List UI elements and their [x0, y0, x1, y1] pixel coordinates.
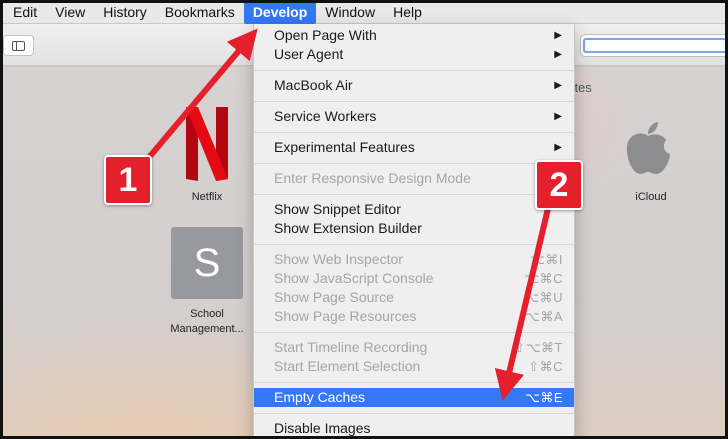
shortcut-label: ⌥⌘E [524, 390, 563, 405]
menu-separator [254, 244, 574, 245]
menu-item-label: Show JavaScript Console [274, 270, 434, 286]
netflix-logo-icon[interactable] [186, 107, 228, 181]
netflix-tile-label[interactable]: Netflix [176, 190, 238, 205]
shortcut-label: ⇧⌥⌘T [514, 340, 563, 355]
menu-bookmarks[interactable]: Bookmarks [156, 0, 244, 24]
menu-item-disable-images[interactable]: Disable Images [254, 419, 574, 438]
apple-logo-icon[interactable] [624, 122, 672, 176]
menu-separator [254, 382, 574, 383]
menu-history[interactable]: History [94, 0, 156, 24]
shortcut-label: ⇧⌘C [528, 359, 563, 374]
menu-item-timeline-recording: Start Timeline Recording ⇧⌥⌘T [254, 338, 574, 357]
menu-item-label: MacBook Air [274, 77, 353, 93]
menu-item-snippet-editor[interactable]: Show Snippet Editor [254, 200, 574, 219]
submenu-arrow-icon: ▶ [554, 111, 562, 122]
school-management-tile[interactable]: S [171, 227, 243, 299]
menu-bar: Edit View History Bookmarks Develop Wind… [0, 0, 728, 24]
menu-item-label: Enter Responsive Design Mode [274, 170, 471, 186]
icloud-tile-label[interactable]: iCloud [620, 190, 682, 205]
menu-item-label: Empty Caches [274, 389, 366, 405]
menu-item-element-selection: Start Element Selection ⇧⌘C [254, 357, 574, 376]
school-tile-label[interactable]: School Management... [160, 307, 254, 337]
menu-separator [254, 163, 574, 164]
menu-separator [254, 132, 574, 133]
menu-item-page-source: Show Page Source ⌥⌘U [254, 288, 574, 307]
menu-item-label: Experimental Features [274, 139, 415, 155]
menu-item-user-agent[interactable]: User Agent ▶ [254, 45, 574, 64]
school-tile-label-line1: School [190, 308, 224, 320]
shortcut-label: ⌥⌘U [524, 290, 563, 305]
menu-item-web-inspector: Show Web Inspector ⌥⌘I [254, 250, 574, 269]
menu-item-label: User Agent [274, 46, 344, 62]
menu-item-label: Show Web Inspector [274, 251, 403, 267]
shortcut-label: ⌥⌘C [524, 271, 563, 286]
menu-help[interactable]: Help [384, 0, 431, 24]
shortcut-label: ⌥⌘I [529, 252, 563, 267]
menu-item-label: Show Page Source [274, 289, 394, 305]
menu-item-empty-caches[interactable]: Empty Caches ⌥⌘E [254, 388, 574, 407]
submenu-arrow-icon: ▶ [554, 80, 562, 91]
menu-develop[interactable]: Develop [243, 0, 317, 24]
address-bar[interactable] [580, 34, 726, 57]
annotation-badge-1: 1 [104, 155, 152, 205]
menu-item-label: Show Snippet Editor [274, 201, 401, 217]
menu-item-javascript-console: Show JavaScript Console ⌥⌘C [254, 269, 574, 288]
menu-separator [254, 413, 574, 414]
submenu-arrow-icon: ▶ [554, 49, 562, 60]
menu-item-responsive-design-mode: Enter Responsive Design Mode [254, 169, 574, 188]
menu-separator [254, 101, 574, 102]
menu-view[interactable]: View [46, 0, 94, 24]
menu-item-label: Disable Images [274, 420, 371, 436]
shortcut-label: ⌥⌘A [524, 309, 563, 324]
menu-separator [254, 70, 574, 71]
menu-item-extension-builder[interactable]: Show Extension Builder [254, 219, 574, 238]
menu-separator [254, 194, 574, 195]
menu-item-open-page-with[interactable]: Open Page With ▶ [254, 26, 574, 45]
develop-dropdown-menu: Open Page With ▶ User Agent ▶ MacBook Ai… [253, 24, 575, 439]
sidebar-icon [12, 41, 25, 51]
menu-item-service-workers[interactable]: Service Workers ▶ [254, 107, 574, 126]
menu-item-page-resources: Show Page Resources ⌥⌘A [254, 307, 574, 326]
submenu-arrow-icon: ▶ [554, 30, 562, 41]
menu-separator [254, 332, 574, 333]
annotation-badge-2: 2 [535, 160, 583, 210]
menu-item-label: Open Page With [274, 27, 377, 43]
menu-item-macbook-air[interactable]: MacBook Air ▶ [254, 76, 574, 95]
school-tile-label-line2: Management... [170, 323, 244, 335]
menu-item-label: Show Page Resources [274, 308, 417, 324]
menu-item-experimental-features[interactable]: Experimental Features ▶ [254, 138, 574, 157]
sidebar-toggle-button[interactable] [3, 35, 34, 56]
submenu-arrow-icon: ▶ [554, 142, 562, 153]
menu-edit[interactable]: Edit [4, 0, 46, 24]
menu-item-label: Start Timeline Recording [274, 339, 428, 355]
menu-item-label: Start Element Selection [274, 358, 421, 374]
menu-item-label: Service Workers [274, 108, 377, 124]
menu-item-label: Show Extension Builder [274, 220, 422, 236]
menu-window[interactable]: Window [316, 0, 384, 24]
